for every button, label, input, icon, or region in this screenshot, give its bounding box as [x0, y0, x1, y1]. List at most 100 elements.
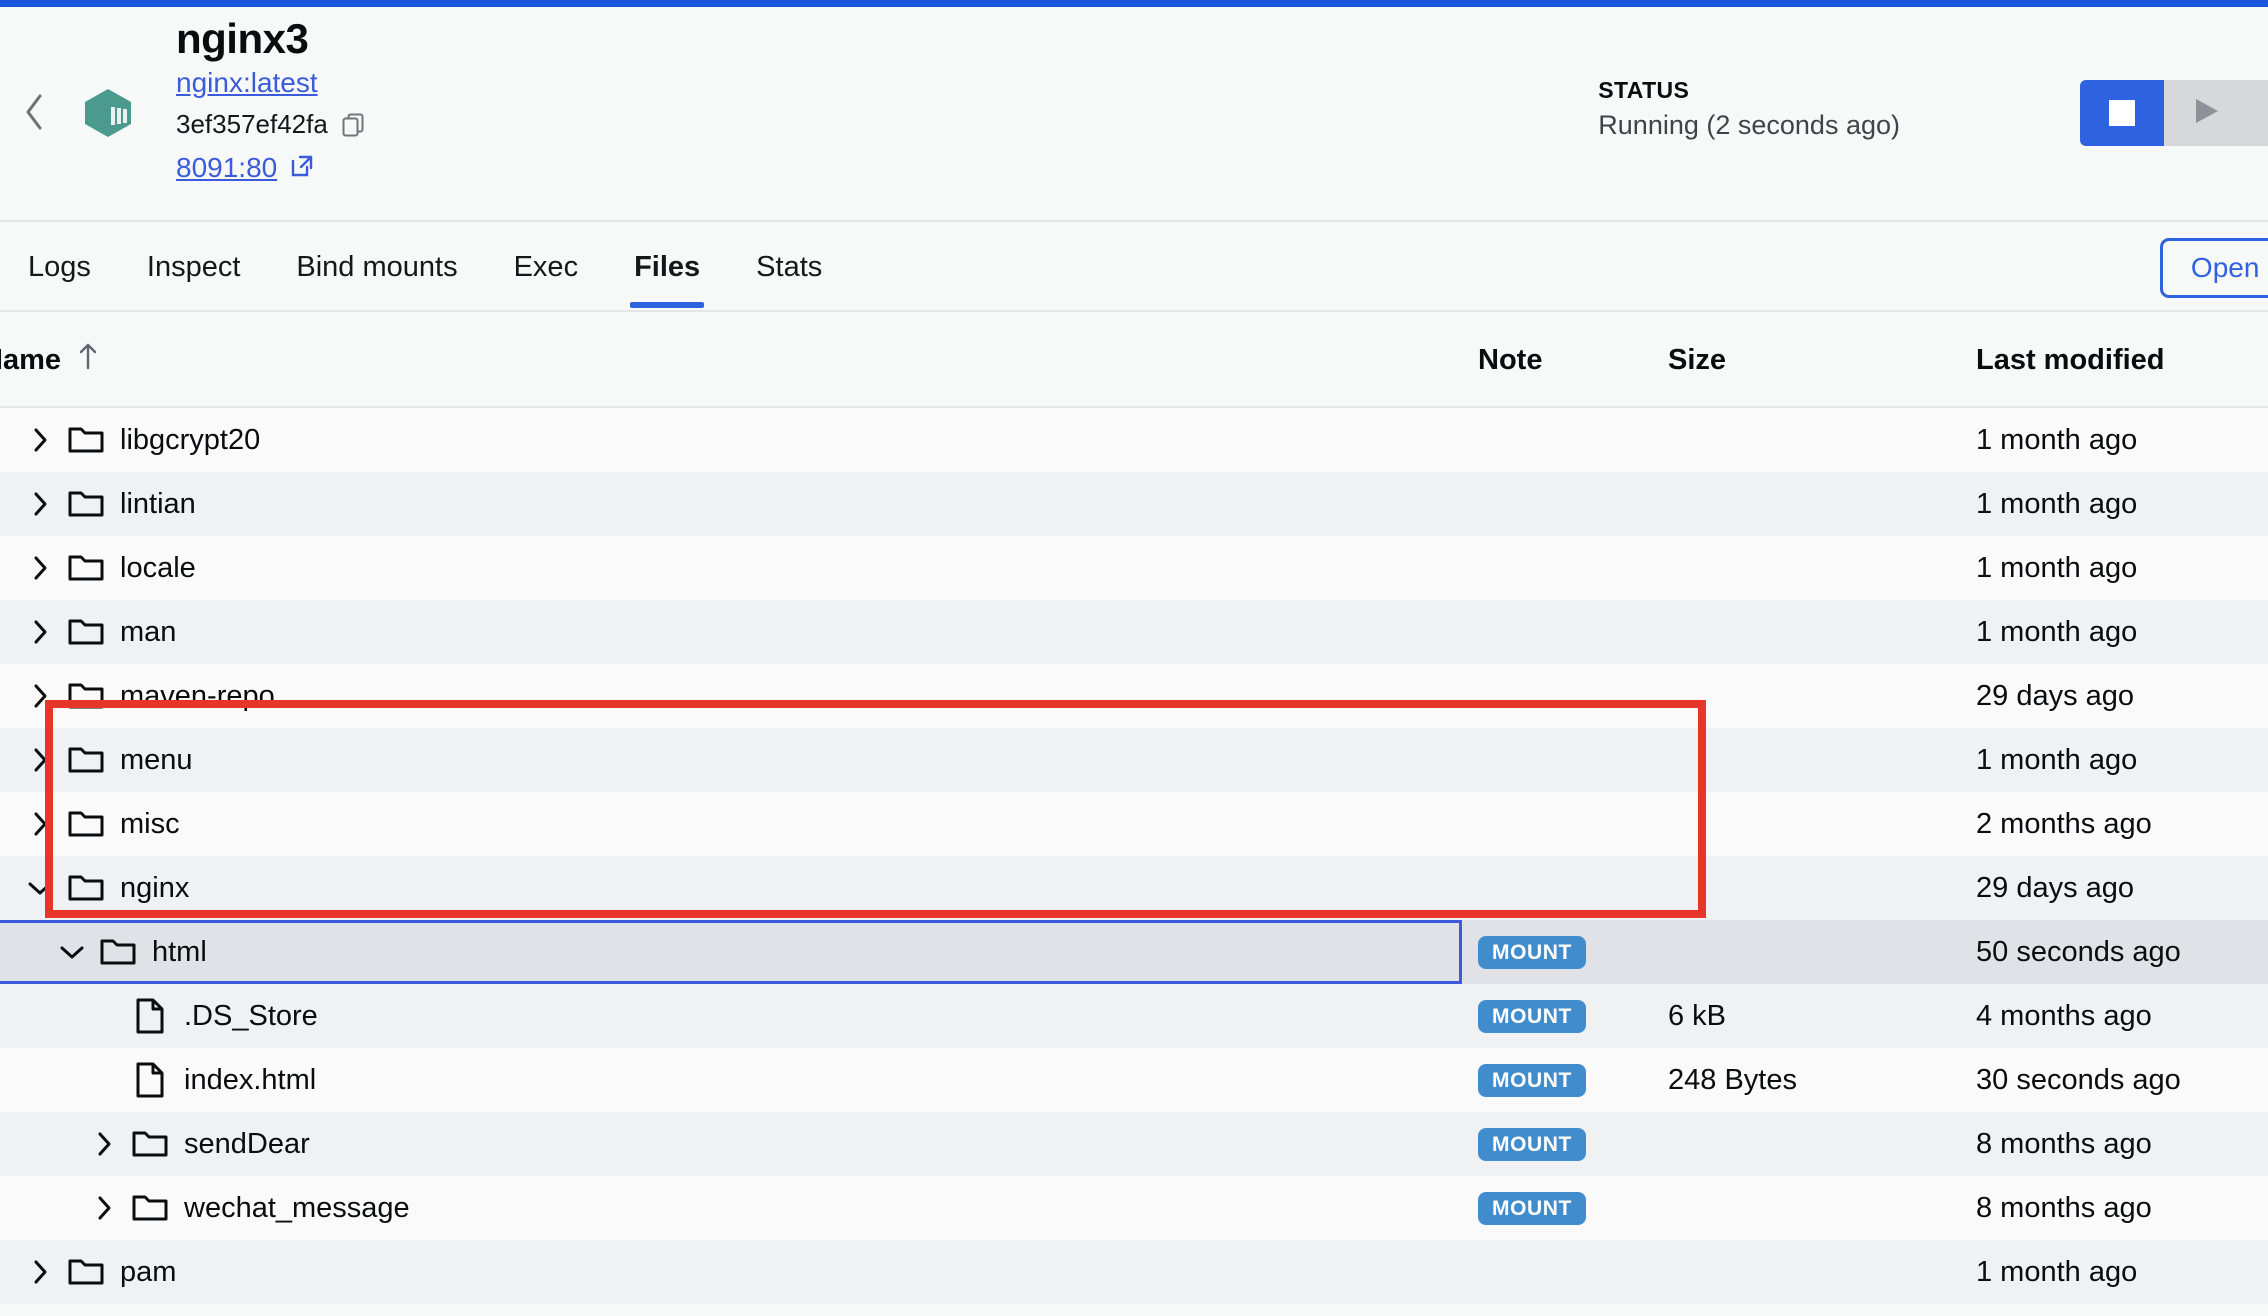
last-modified-cell: 30 seconds ago [1976, 1063, 2181, 1096]
last-modified-cell: 29 days ago [1976, 871, 2135, 904]
file-name-label: wechat_message [184, 1191, 410, 1224]
tab-logs[interactable]: Logs [0, 222, 119, 312]
status-badge: MOUNT [1478, 935, 1586, 969]
folder-icon [92, 920, 144, 984]
image-link[interactable]: nginx:latest [176, 67, 318, 99]
table-row[interactable]: man 1 month ago [0, 600, 2268, 664]
table-row[interactable]: index.html MOUNT 248 Bytes 30 seconds ago [0, 1048, 2268, 1112]
column-header-name[interactable]: Name [0, 312, 99, 408]
table-row[interactable]: maven-repo 29 days ago [0, 664, 2268, 728]
tab-stats[interactable]: Stats [728, 222, 850, 312]
tab-exec[interactable]: Exec [486, 222, 606, 312]
chevron-right-icon[interactable] [20, 600, 60, 664]
status-block: STATUS Running (2 seconds ago) [1598, 77, 1900, 141]
table-row[interactable]: locale 1 month ago [0, 536, 2268, 600]
container-id-row: 3ef357ef42fa [176, 109, 364, 140]
chevron-right-icon[interactable] [20, 472, 60, 536]
file-name-cell[interactable]: lintian [0, 472, 1462, 536]
last-modified-cell: 29 days ago [1976, 679, 2135, 712]
table-row[interactable]: misc 2 months ago [0, 792, 2268, 856]
stop-button[interactable] [2080, 80, 2164, 146]
table-row[interactable]: nginx 29 days ago [0, 856, 2268, 920]
table-row[interactable]: .DS_Store MOUNT 6 kB 4 months ago [0, 984, 2268, 1048]
table-row[interactable]: lintian 1 month ago [0, 472, 2268, 536]
column-header-last-modified[interactable]: Last modified [1976, 312, 2165, 408]
file-name-label: sendDear [184, 1127, 310, 1160]
more-actions-button[interactable] [2248, 80, 2268, 146]
chevron-right-icon[interactable] [20, 1240, 60, 1304]
column-header-note[interactable]: Note [1478, 312, 1542, 408]
note-cell: MOUNT [1478, 1112, 1586, 1176]
file-name-cell[interactable]: wechat_message [0, 1176, 1462, 1240]
chevron-right-icon[interactable] [20, 408, 60, 472]
table-row[interactable]: libgcrypt20 1 month ago [0, 408, 2268, 472]
last-modified-cell: 1 month ago [1976, 551, 2138, 584]
file-name-cell[interactable]: html [0, 920, 1462, 984]
tab-inspect[interactable]: Inspect [119, 222, 269, 312]
tab-list: Logs Inspect Bind mounts Exec Files Stats [0, 222, 850, 312]
chevron-right-icon[interactable] [84, 1112, 124, 1176]
size-cell: 6 kB [1668, 999, 1727, 1032]
last-modified-cell: 4 months ago [1976, 999, 2152, 1032]
folder-icon [60, 1240, 112, 1304]
external-link-icon[interactable] [289, 153, 315, 184]
table-row[interactable]: menu 1 month ago [0, 728, 2268, 792]
status-label: STATUS [1598, 77, 1690, 103]
file-name-label: html [152, 935, 207, 968]
note-cell: MOUNT [1478, 1176, 1586, 1240]
status-badge: MOUNT [1478, 1191, 1586, 1225]
chevron-right-icon[interactable] [20, 664, 60, 728]
file-name-cell[interactable]: locale [0, 536, 1462, 600]
folder-icon [60, 472, 112, 536]
tab-label: Exec [513, 250, 579, 283]
chevron-right-icon[interactable] [84, 1176, 124, 1240]
last-modified-cell: 1 month ago [1976, 615, 2138, 648]
chevron-left-icon [22, 92, 46, 132]
folder-icon [60, 600, 112, 664]
folder-icon [60, 536, 112, 600]
back-button[interactable] [12, 87, 56, 137]
copy-icon[interactable] [342, 113, 364, 137]
chevron-down-icon[interactable] [52, 920, 92, 984]
folder-icon [60, 792, 112, 856]
tab-bar: Logs Inspect Bind mounts Exec Files Stats Ope… [0, 222, 2268, 312]
file-name-cell[interactable]: misc [0, 792, 1462, 856]
start-button[interactable] [2164, 80, 2248, 146]
file-name-cell[interactable]: libgcrypt20 [0, 408, 1462, 472]
file-name-cell[interactable]: maven-repo [0, 664, 1462, 728]
size-cell: 248 Bytes [1668, 1063, 1797, 1096]
last-modified-cell: 8 months ago [1976, 1191, 2152, 1224]
tab-bind-mounts[interactable]: Bind mounts [268, 222, 485, 312]
stop-icon [2109, 100, 2135, 126]
port-link[interactable]: 8091:80 [176, 152, 277, 184]
page-title: nginx3 [176, 15, 309, 62]
file-name-cell[interactable]: pam [0, 1240, 1462, 1304]
file-name-cell[interactable]: .DS_Store [0, 984, 1462, 1048]
file-name-label: pam [120, 1255, 177, 1288]
file-name-label: index.html [184, 1063, 317, 1096]
note-cell: MOUNT [1478, 984, 1586, 1048]
file-name-cell[interactable]: index.html [0, 1048, 1462, 1112]
tab-files[interactable]: Files [606, 222, 728, 312]
file-name-label: misc [120, 807, 180, 840]
chevron-right-icon[interactable] [20, 536, 60, 600]
last-modified-cell: 1 month ago [1976, 1255, 2138, 1288]
table-row[interactable]: pam 1 month ago [0, 1240, 2268, 1304]
table-row[interactable]: wechat_message MOUNT 8 months ago [0, 1176, 2268, 1240]
file-name-cell[interactable]: man [0, 600, 1462, 664]
file-name-cell[interactable]: menu [0, 728, 1462, 792]
container-header: nginx3 nginx:latest 3ef357ef42fa 8091:80 [0, 7, 2268, 222]
play-icon [2192, 96, 2220, 131]
tab-label: Inspect [146, 250, 241, 283]
table-row[interactable]: sendDear MOUNT 8 months ago [0, 1112, 2268, 1176]
column-header-size[interactable]: Size [1668, 312, 1726, 408]
chevron-down-icon[interactable] [20, 856, 60, 920]
chevron-right-icon[interactable] [20, 792, 60, 856]
file-name-label: maven-repo [120, 679, 275, 712]
chevron-right-icon[interactable] [20, 728, 60, 792]
file-name-cell[interactable]: sendDear [0, 1112, 1462, 1176]
file-name-cell[interactable]: nginx [0, 856, 1462, 920]
table-row[interactable]: html MOUNT 50 seconds ago [0, 920, 2268, 984]
status-badge: MOUNT [1478, 1127, 1586, 1161]
open-in-button[interactable]: Open in [2159, 238, 2268, 298]
